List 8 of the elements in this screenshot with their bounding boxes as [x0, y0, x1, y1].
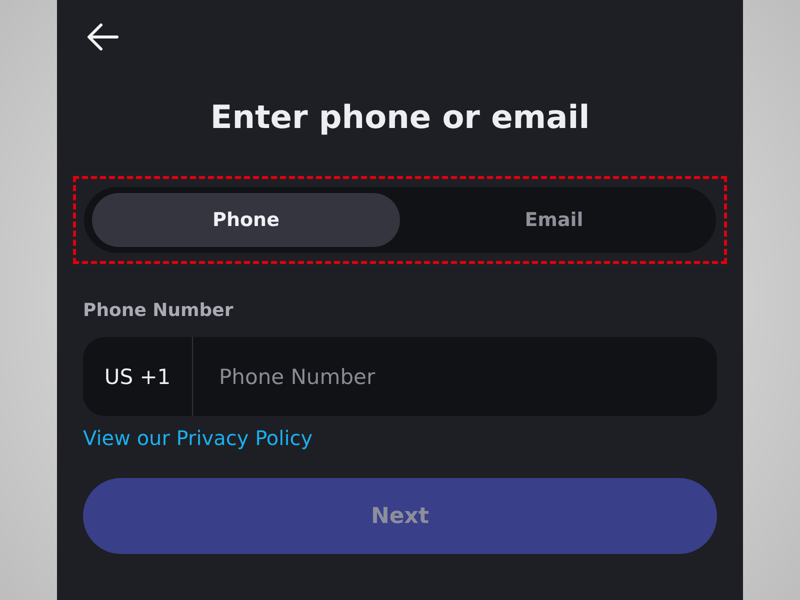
phone-input-field[interactable]: US +1 Phone Number [83, 337, 717, 416]
field-label: Phone Number [83, 300, 234, 321]
country-code-selector[interactable]: US +1 [83, 337, 193, 416]
back-arrow-icon[interactable] [86, 22, 120, 52]
privacy-policy-link[interactable]: View our Privacy Policy [83, 426, 313, 450]
page-title: Enter phone or email [209, 97, 591, 138]
mode-tab[interactable]: Phone [92, 193, 400, 247]
mode-tab[interactable]: Email [400, 193, 708, 247]
